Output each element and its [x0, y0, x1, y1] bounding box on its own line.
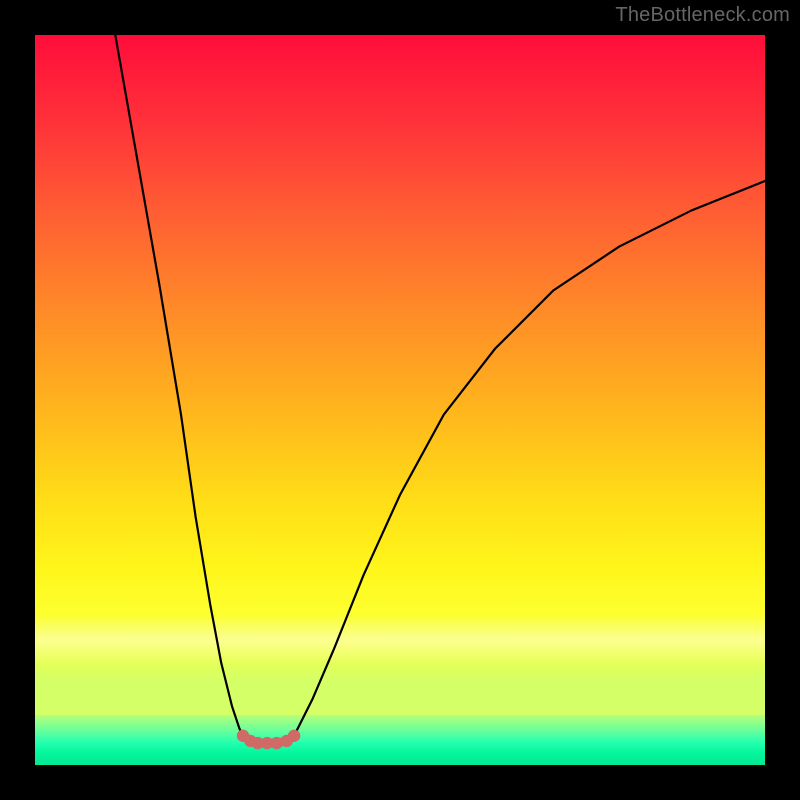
valley-dots: [237, 730, 301, 750]
curve-right-branch: [294, 181, 765, 736]
chart-frame: TheBottleneck.com: [0, 0, 800, 800]
curve-layer: [35, 35, 765, 765]
valley-dot: [270, 737, 282, 749]
watermark-text: TheBottleneck.com: [615, 4, 790, 27]
curve-left-branch: [115, 35, 243, 736]
valley-dot: [288, 730, 300, 742]
plot-area: [35, 35, 765, 765]
